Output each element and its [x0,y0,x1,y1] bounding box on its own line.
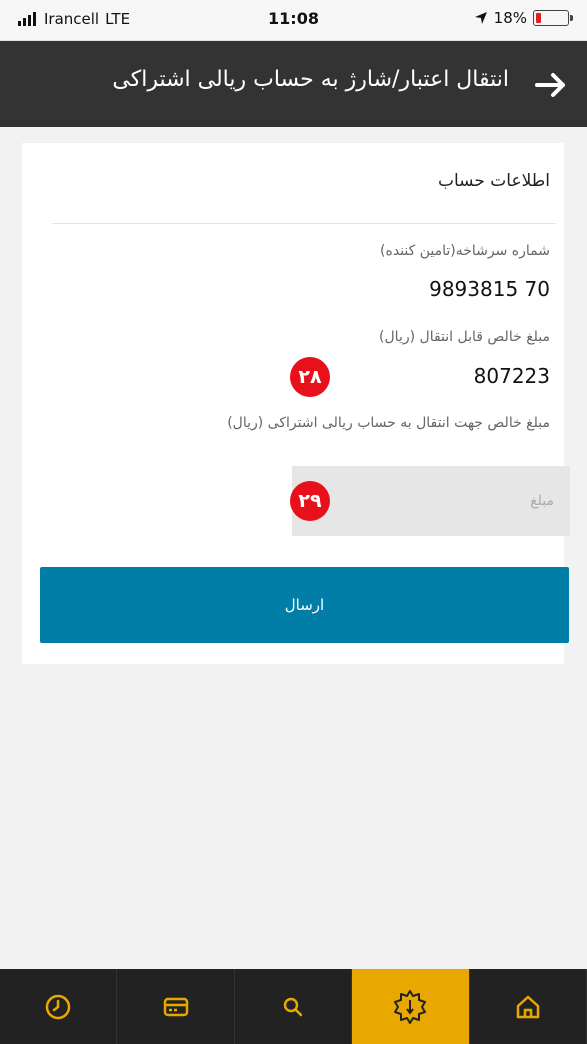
arrow-right-icon [535,73,565,97]
battery-icon [533,10,573,26]
tab-home[interactable] [470,969,587,1044]
section-title: اطلاعات حساب [438,171,550,191]
card-icon [163,997,188,1016]
tab-search[interactable] [235,969,353,1044]
transferable-amount-label: مبلغ خالص قابل انتقال (ریال) [379,329,550,345]
subscriber-number-label: شماره سرشاخه(تامین کننده) [380,243,550,259]
gear-icon [394,989,427,1024]
search-icon [283,997,303,1016]
submit-button[interactable]: ارسال [40,567,569,643]
account-info-card: اطلاعات حساب شماره سرشاخه(تامین کننده) 9… [22,143,570,664]
battery-percent: 18% [493,9,527,27]
page-title: انتقال اعتبار/شارژ به حساب ریالی اشتراکی [112,67,509,92]
subscriber-number-value: 9893815 70 [429,277,550,301]
page-header: انتقال اعتبار/شارژ به حساب ریالی اشتراکی [0,41,587,127]
status-bar: Irancell LTE 11:08 18% [0,0,587,41]
back-button[interactable] [531,65,571,105]
amount-input[interactable] [292,466,570,536]
home-icon [516,995,539,1018]
tab-services[interactable] [352,969,470,1044]
annotation-badge-29: ۲۹ [290,481,330,521]
status-right: 18% [474,9,573,27]
tab-history[interactable] [0,969,118,1044]
annotation-badge-28: ۲۸ [290,357,330,397]
location-arrow-icon [474,12,487,24]
transfer-amount-label: مبلغ خالص جهت انتقال به حساب ریالی اشترا… [227,415,550,431]
divider [52,223,556,224]
tab-cards[interactable] [117,969,235,1044]
clock-icon [45,994,71,1019]
transferable-amount-value: 807223 [473,364,550,388]
bottom-tab-bar [0,969,587,1044]
